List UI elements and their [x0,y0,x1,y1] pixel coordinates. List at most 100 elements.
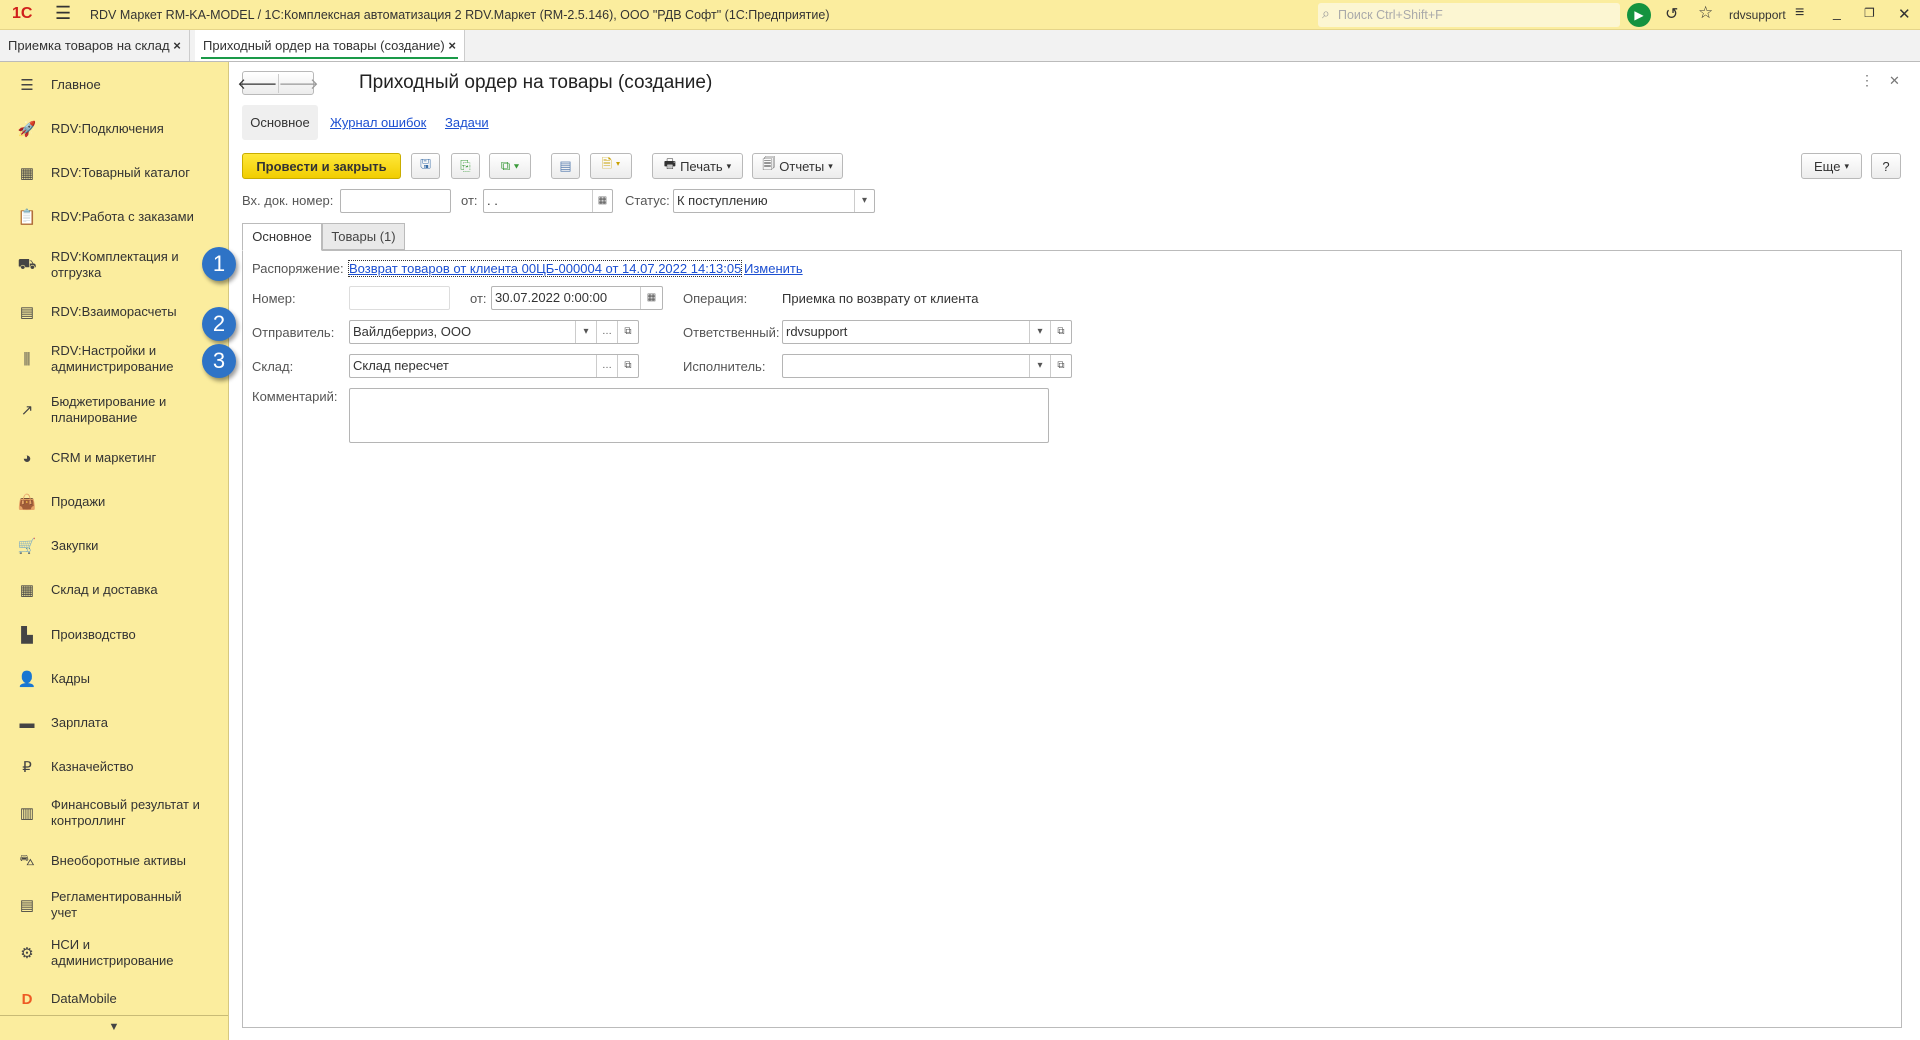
open-icon[interactable]: ⧉ [1050,321,1071,343]
subtab-error-log[interactable]: Журнал ошибок [330,115,426,130]
sidebar-item-icon: ⚙ [20,945,34,962]
chevron-down-icon[interactable]: ▾ [1029,321,1050,343]
tab-label: Приемка товаров на склад [8,38,170,53]
notifications-bell-icon[interactable]: ▶ [1627,3,1651,27]
related-docs-button[interactable]: 🗎 ▾ [590,153,632,179]
number-input[interactable] [349,286,450,310]
sidebar: ☰ Главное 🚀 RDV:Подключения ▦ RDV:Товарный ка… [0,62,229,1040]
reports-button[interactable]: 🗐 Отчеты ▾ [752,153,843,179]
post-button[interactable]: ⎘ [451,153,480,179]
create-based-on-button[interactable]: ⧉ ▾ [489,153,531,179]
close-tab-icon[interactable]: × [448,38,456,53]
sidebar-item[interactable]: 🛒 Закупки [0,526,228,566]
sidebar-item[interactable]: ▦ RDV:Товарный каталог [0,153,228,193]
sidebar-item[interactable]: 👜 Продажи [0,482,228,522]
chevron-down-icon[interactable]: ▾ [1029,355,1050,377]
sidebar-item-icon: 👜 [17,494,37,511]
tab-receipt-order[interactable]: Приходный ордер на товары (создание) × [195,30,465,61]
sidebar-item[interactable]: ▬ Зарплата [0,703,228,743]
tab-main[interactable]: Основное [242,223,322,251]
calendar-icon[interactable]: ▦ [592,190,612,212]
warehouse-input[interactable]: Склад пересчет … ⧉ [349,354,639,378]
restore-icon[interactable]: ❐ [1864,6,1875,20]
back-arrow-icon[interactable]: 🡐 [237,73,279,93]
print-button[interactable]: 🖶 Печать ▾ [652,153,743,179]
help-button[interactable]: ? [1871,153,1901,179]
sidebar-item[interactable]: ↗ Бюджетирование и планирование [0,390,228,430]
minimize-icon[interactable]: _ [1833,4,1841,20]
comment-textarea[interactable] [349,388,1049,443]
sidebar-item-icon: ⫼ [23,350,31,368]
sidebar-item[interactable]: D DataMobile [0,979,228,1019]
favorites-star-icon[interactable]: ☆ [1698,3,1713,23]
sidebar-item[interactable]: ▥ Финансовый результат и контроллинг [0,793,228,833]
sidebar-item[interactable]: ⫼ RDV:Настройки и администрирование [0,339,228,379]
select-ellipsis-icon[interactable]: … [596,321,617,343]
more-vertical-icon[interactable]: ⋮ [1860,72,1874,89]
sidebar-item[interactable]: 📋 RDV:Работа с заказами [0,197,228,237]
sidebar-item[interactable]: ◕ CRM и маркетинг [0,438,228,478]
sidebar-item[interactable]: ☰ Главное [0,65,228,105]
search-icon: ⌕ [1322,5,1330,21]
sidebar-item-icon: ⛟ [17,255,37,273]
in-doc-number-input[interactable] [340,189,451,213]
chevron-down-icon[interactable]: ▾ [854,190,874,212]
close-form-icon[interactable]: ✕ [1889,73,1900,89]
tab-goods[interactable]: Товары (1) [322,223,405,250]
open-icon[interactable]: ⧉ [1050,355,1071,377]
movements-button[interactable]: ▤ [551,153,580,179]
settings-menu-icon[interactable]: ≡ [1795,4,1804,22]
status-select[interactable]: К поступлению ▾ [673,189,875,213]
search-input[interactable]: ⌕ Поиск Ctrl+Shift+F [1318,3,1620,27]
executor-input[interactable]: ▾ ⧉ [782,354,1072,378]
chevron-down-icon[interactable]: ▾ [575,321,596,343]
more-button[interactable]: Еще ▾ [1801,153,1862,179]
tab-receipt-list[interactable]: Приемка товаров на склад × [0,30,190,61]
sidebar-item-icon: ▬ [19,714,35,732]
select-ellipsis-icon[interactable]: … [596,355,617,377]
save-button[interactable]: 🖫 [411,153,440,179]
sidebar-item-label: Производство [51,627,136,642]
sidebar-item[interactable]: ₽ Казначейство [0,747,228,787]
sidebar-item[interactable]: ⚙ НСИ и администрирование [0,933,228,973]
sidebar-item[interactable]: ▦ Склад и доставка [0,570,228,610]
sidebar-item[interactable]: 👤 Кадры [0,659,228,699]
page-title: Приходный ордер на товары (создание) [359,72,713,93]
menu-icon[interactable]: ☰ [55,3,71,24]
open-icon[interactable]: ⧉ [617,355,638,377]
user-name[interactable]: rdvsupport [1729,8,1786,22]
post-and-close-button[interactable]: Провести и закрыть [242,153,401,179]
subtab-tasks[interactable]: Задачи [445,115,489,130]
print-label: Печать [680,158,723,174]
sidebar-scroll-down-icon[interactable]: ▼ [0,1015,228,1040]
forward-arrow-icon[interactable]: 🡒 [279,74,319,93]
sender-input[interactable]: Вайлдберриз, ООО ▾… ⧉ [349,320,639,344]
post-document-icon: ⎘ [460,158,471,173]
sidebar-item-label: RDV:Товарный каталог [51,165,191,180]
sidebar-item[interactable]: 🚀 RDV:Подключения [0,109,228,149]
open-icon[interactable]: ⧉ [617,321,638,343]
sidebar-item-label: Казначейство [51,759,134,774]
in-doc-date-input[interactable]: . . ▦ [483,189,613,213]
sidebar-item[interactable]: ⛟ RDV:Комплектация и отгрузка [0,245,228,285]
close-tab-icon[interactable]: × [173,38,181,53]
document-clock-icon: 🗎 ▾ [601,156,621,171]
sidebar-item-label: DataMobile [51,991,117,1006]
comment-label: Комментарий: [252,389,338,404]
order-link[interactable]: Возврат товаров от клиента 00ЦБ-000004 о… [347,260,743,277]
sidebar-item[interactable]: ▤ RDV:Взаиморасчеты [0,292,228,332]
sidebar-item-icon: ◕ [22,449,32,467]
calendar-icon[interactable]: ▦ [640,287,662,309]
subtab-main[interactable]: Основное [242,105,318,140]
sidebar-item-label: RDV:Подключения [51,121,164,136]
sidebar-item-label: RDV:Работа с заказами [51,209,194,224]
annotation-badge-1: 1 [202,247,236,281]
responsible-input[interactable]: rdvsupport ▾ ⧉ [782,320,1072,344]
change-order-link[interactable]: Изменить [744,261,803,276]
close-window-icon[interactable]: ✕ [1898,5,1911,23]
date-input[interactable]: 30.07.2022 0:00:00 ▦ [491,286,663,310]
history-icon[interactable]: ↺ [1665,4,1678,24]
sidebar-item[interactable]: ⛍ Внеоборотные активы [0,841,228,881]
sidebar-item[interactable]: ▤ Регламентированный учет [0,885,228,925]
sidebar-item[interactable]: ▙ Производство [0,615,228,655]
